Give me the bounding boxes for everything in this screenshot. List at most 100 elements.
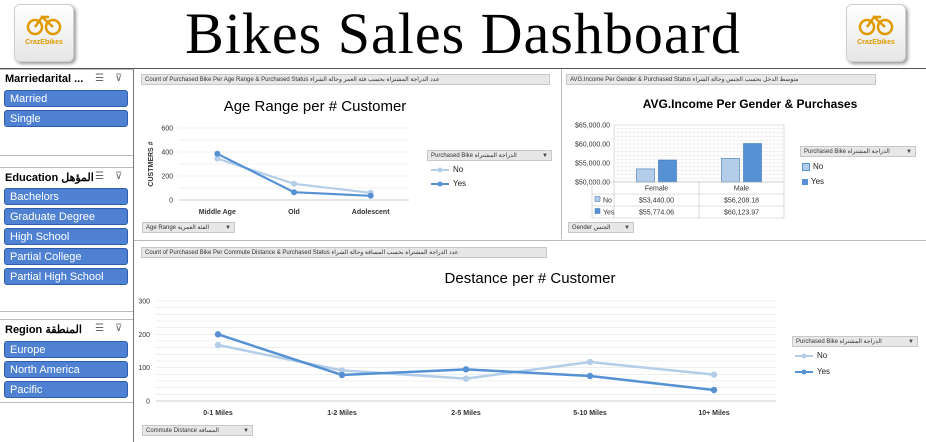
- logo-text: CrazEbikes: [25, 39, 63, 46]
- age-chart-field-button[interactable]: Count of Purchased Bike Per Age Range & …: [141, 74, 550, 85]
- data-point-no: [214, 341, 222, 349]
- table-row-label: Yes: [603, 210, 615, 217]
- data-point-yes: [338, 371, 346, 379]
- legend-label-no: No: [817, 351, 828, 360]
- data-point-no: [462, 375, 470, 382]
- slicer-item-pacific[interactable]: Pacific: [4, 381, 128, 398]
- bar-yes: [743, 143, 762, 183]
- commute-axis-filter-button[interactable]: Commute Distance المسافة ▼: [142, 425, 253, 436]
- legend-swatch-yes-icon: [802, 178, 808, 185]
- data-point-yes: [214, 331, 222, 338]
- x-tick-label: Adolescent: [352, 209, 390, 216]
- age-line-chart: 0 200 400 600 Middle Age Old Adolescent CUSTMER…: [148, 126, 409, 216]
- slicer-region: Region المنطقة ☰ ⊽ Europe North America …: [0, 319, 133, 403]
- distance-legend-filter-button[interactable]: Purchased Bike الدراجة المشتراة ▼: [792, 336, 918, 347]
- slicer-item-graduate-degree[interactable]: Graduate Degree: [4, 208, 128, 225]
- slicer-item-europe[interactable]: Europe: [4, 341, 128, 358]
- brand-logo-right: CrazEbikes: [846, 4, 906, 62]
- table-column-header: Male: [734, 186, 749, 193]
- dropdown-arrow-icon: ▼: [225, 225, 231, 231]
- y-tick-label: 200: [161, 174, 173, 181]
- y-tick-label: 100: [138, 365, 150, 372]
- clear-filter-icon[interactable]: ⊽: [115, 323, 127, 334]
- legend-button-label: Purchased Bike الدراجة المشتراة: [796, 339, 882, 345]
- legend-item-no: No: [794, 351, 827, 360]
- y-tick-label: $50,000.00: [575, 180, 610, 187]
- multi-select-icon[interactable]: ☰: [95, 73, 107, 84]
- legend-label-yes: Yes: [453, 179, 467, 188]
- data-point-yes: [367, 192, 374, 199]
- data-point-no: [710, 371, 718, 378]
- age-axis-filter-button[interactable]: Age Range الفئة العمرية ▼: [142, 222, 235, 233]
- header-divider: [0, 68, 926, 69]
- bar-no: [636, 168, 655, 183]
- x-tick-label: Middle Age: [199, 209, 236, 216]
- axis-button-label: Age Range الفئة العمرية: [146, 225, 209, 231]
- y-tick-label: 0: [169, 198, 173, 205]
- dropdown-arrow-icon: ▼: [906, 149, 912, 155]
- income-bar-chart: $50,000.00 $55,000.00 $60,000.00 $65,000.00…: [575, 123, 785, 219]
- legend-button-label: Purchased Bike الدراجة المشتراة: [804, 149, 890, 155]
- slicer-item-high-school[interactable]: High School: [4, 228, 128, 245]
- page-title: Bikes Sales Dashboard: [185, 1, 741, 66]
- slicer-item-single[interactable]: Single: [4, 110, 128, 127]
- y-tick-label: 300: [138, 299, 150, 306]
- distance-chart-field-button[interactable]: Count of Purchased Bike Per Commute Dist…: [141, 247, 547, 258]
- legend-label-no: No: [453, 165, 464, 174]
- dropdown-arrow-icon: ▼: [624, 225, 630, 231]
- y-tick-label: $55,000.00: [575, 161, 610, 168]
- brand-logo-left: CrazEbikes: [14, 4, 74, 62]
- slicer-item-partial-college[interactable]: Partial College: [4, 248, 128, 265]
- y-tick-label: $65,000.00: [575, 123, 610, 130]
- x-tick-label: 5-10 Miles: [573, 410, 607, 417]
- distance-chart-title: Destance per # Customer: [444, 270, 616, 287]
- data-point-yes: [710, 386, 718, 394]
- bar-yes: [658, 159, 677, 183]
- income-chart-title: AVG.Income Per Gender & Purchases: [642, 97, 858, 111]
- slicer-item-bachelors[interactable]: Bachelors: [4, 188, 128, 205]
- panel-divider: [134, 240, 926, 241]
- clear-filter-icon[interactable]: ⊽: [115, 73, 127, 84]
- bike-logo-icon: [26, 15, 62, 36]
- dropdown-arrow-icon: ▼: [908, 339, 914, 345]
- y-axis-label: CUSTMERS #: [148, 141, 155, 186]
- slicer-item-partial-high-school[interactable]: Partial High School: [4, 268, 128, 285]
- data-point-yes: [291, 189, 297, 196]
- income-legend-filter-button[interactable]: Purchased Bike الدراجة المشتراة ▼: [800, 146, 916, 157]
- data-point-no: [586, 358, 594, 366]
- y-tick-label: 200: [138, 332, 150, 339]
- table-key-swatch: [594, 208, 601, 214]
- table-cell-value: $60,123.97: [724, 210, 759, 217]
- age-legend-filter-button[interactable]: Purchased Bike الدراجة المشتراة ▼: [427, 150, 552, 161]
- data-point-yes: [214, 150, 221, 157]
- legend-item-yes: Yes: [430, 179, 466, 188]
- legend-item-yes: Yes: [802, 177, 824, 186]
- axis-button-label: Gender الجنس: [572, 225, 611, 231]
- bike-logo-icon: [858, 15, 894, 36]
- slicer-marital-status: Marriedarital ... ☰ ⊽ Married Single: [0, 69, 133, 156]
- slicer-title: Marriedarital ...: [5, 73, 84, 85]
- x-tick-label: Old: [288, 209, 300, 216]
- multi-select-icon[interactable]: ☰: [95, 171, 107, 182]
- multi-select-icon[interactable]: ☰: [95, 323, 107, 334]
- slicer-item-north-america[interactable]: North America: [4, 361, 128, 378]
- slicer-item-married[interactable]: Married: [4, 90, 128, 107]
- x-tick-label: 10+ Miles: [698, 410, 729, 417]
- legend-item-yes: Yes: [794, 367, 830, 376]
- clear-filter-icon[interactable]: ⊽: [115, 171, 127, 182]
- data-point-no: [291, 180, 297, 187]
- legend-button-label: Purchased Bike الدراجة المشتراة: [431, 153, 517, 159]
- table-key-swatch: [594, 196, 601, 202]
- y-tick-label: 0: [146, 399, 150, 406]
- y-tick-label: 600: [161, 126, 173, 133]
- legend-line-yes-icon: [795, 369, 813, 374]
- legend-item-no: No: [802, 162, 823, 171]
- y-tick-label: 400: [161, 150, 173, 157]
- legend-label-yes: Yes: [811, 177, 825, 186]
- dropdown-arrow-icon: ▼: [542, 153, 548, 159]
- legend-line-yes-icon: [431, 181, 449, 186]
- dropdown-arrow-icon: ▼: [243, 428, 249, 434]
- income-chart-field-button[interactable]: AVG.Income Per Gender & Purchased Status…: [566, 74, 876, 85]
- table-column-header: Female: [645, 186, 668, 193]
- gender-axis-filter-button[interactable]: Gender الجنس ▼: [568, 222, 634, 233]
